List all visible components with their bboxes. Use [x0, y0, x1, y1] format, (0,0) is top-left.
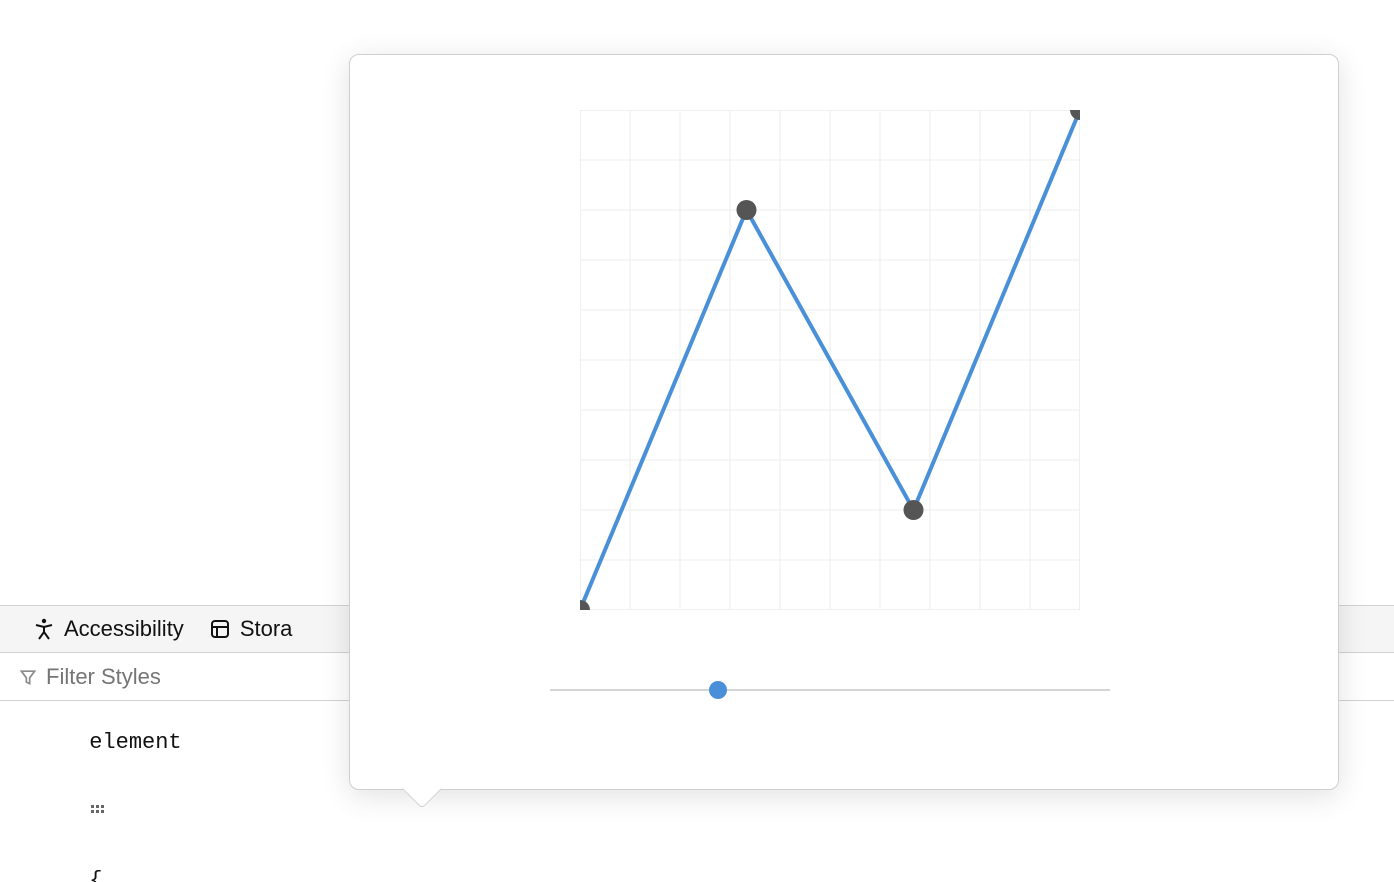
easing-control-point[interactable] — [904, 500, 924, 520]
tab-accessibility-label: Accessibility — [64, 616, 184, 642]
slider-thumb[interactable] — [709, 681, 727, 699]
easing-chart[interactable] — [580, 110, 1080, 610]
easing-editor-popover — [349, 54, 1339, 790]
rule-element-selector[interactable]: element — [89, 730, 181, 755]
easing-timeline-slider[interactable] — [550, 680, 1110, 700]
easing-control-point[interactable] — [580, 600, 590, 610]
accessibility-icon — [32, 617, 56, 641]
easing-control-point[interactable] — [1070, 110, 1080, 120]
brace-open: { — [89, 868, 102, 882]
filter-icon — [18, 667, 38, 687]
tab-accessibility[interactable]: Accessibility — [32, 616, 184, 642]
tab-storage[interactable]: Stora — [208, 616, 293, 642]
easing-control-point[interactable] — [737, 200, 757, 220]
slider-track — [550, 689, 1110, 691]
storage-icon — [208, 617, 232, 641]
tab-storage-label: Stora — [240, 616, 293, 642]
flex-highlighter-icon[interactable] — [91, 755, 107, 769]
